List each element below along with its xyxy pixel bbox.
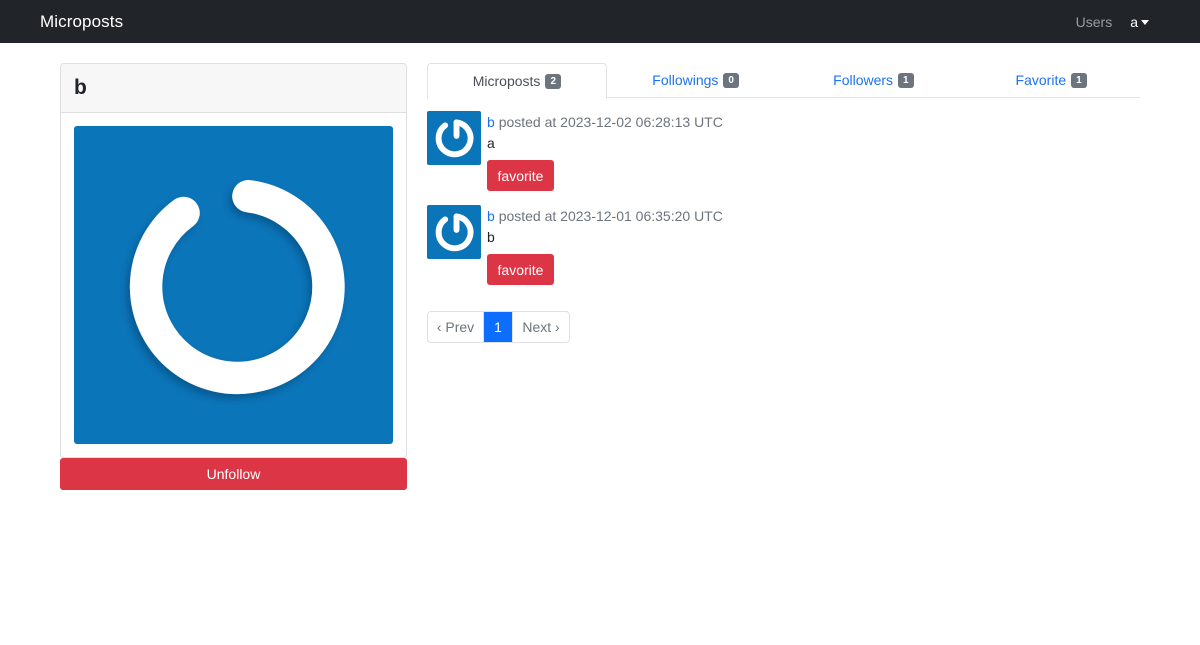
micropost-content: b bbox=[487, 229, 495, 245]
avatar bbox=[427, 111, 481, 165]
tab-label: Favorite bbox=[1015, 72, 1067, 88]
tab-label: Followers bbox=[833, 72, 894, 88]
count-badge: 1 bbox=[898, 72, 914, 88]
pagination: ‹ Prev 1 Next › bbox=[427, 311, 570, 343]
micropost-meta: b posted at 2023-12-01 06:35:20 UTC bbox=[487, 208, 723, 224]
next-page-link[interactable]: Next › bbox=[512, 312, 569, 342]
micropost-list: b posted at 2023-12-02 06:28:13 UTC a fa… bbox=[427, 111, 1140, 299]
micropost-item: b posted at 2023-12-01 06:35:20 UTC b fa… bbox=[427, 205, 1140, 299]
user-dropdown[interactable]: a bbox=[1130, 14, 1149, 30]
favorite-button[interactable]: favorite bbox=[487, 254, 554, 285]
tab-label: Microposts bbox=[472, 73, 541, 89]
user-dropdown-label: a bbox=[1130, 13, 1138, 30]
caret-down-icon bbox=[1141, 19, 1149, 25]
tab-label: Followings bbox=[652, 72, 719, 88]
count-badge: 2 bbox=[545, 73, 561, 89]
power-icon bbox=[435, 119, 474, 158]
tab-followings[interactable]: Followings 0 bbox=[607, 63, 785, 97]
count-badge: 1 bbox=[1071, 72, 1087, 88]
profile-tabs: Microposts 2 Followings 0 Followers 1 Fa… bbox=[427, 63, 1140, 99]
post-timestamp: posted at 2023-12-01 06:35:20 UTC bbox=[498, 208, 723, 224]
micropost-meta: b posted at 2023-12-02 06:28:13 UTC bbox=[487, 114, 723, 130]
users-link[interactable]: Users bbox=[1076, 14, 1113, 30]
micropost-body: b posted at 2023-12-02 06:28:13 UTC a fa… bbox=[487, 111, 723, 205]
navbar: Microposts Users a bbox=[0, 0, 1200, 43]
favorite-button[interactable]: favorite bbox=[487, 160, 554, 191]
micropost-body: b posted at 2023-12-01 06:35:20 UTC b fa… bbox=[487, 205, 723, 299]
brand-link[interactable]: Microposts bbox=[40, 12, 123, 32]
micropost-content: a bbox=[487, 135, 495, 151]
tab-microposts[interactable]: Microposts 2 bbox=[427, 63, 607, 99]
power-icon bbox=[435, 213, 474, 252]
navbar-right: Users a bbox=[1076, 14, 1160, 30]
profile-name: b bbox=[61, 64, 406, 113]
author-link[interactable]: b bbox=[487, 208, 495, 224]
post-timestamp: posted at 2023-12-02 06:28:13 UTC bbox=[498, 114, 723, 130]
count-badge: 0 bbox=[723, 72, 739, 88]
profile-card: b bbox=[60, 63, 407, 458]
author-link[interactable]: b bbox=[487, 114, 495, 130]
prev-page-link[interactable]: ‹ Prev bbox=[428, 312, 484, 342]
tab-followers[interactable]: Followers 1 bbox=[785, 63, 963, 97]
unfollow-button[interactable]: Unfollow bbox=[60, 458, 407, 490]
tab-favorite[interactable]: Favorite 1 bbox=[962, 63, 1140, 97]
page-1-link[interactable]: 1 bbox=[484, 312, 512, 342]
profile-avatar bbox=[74, 126, 393, 444]
power-icon bbox=[129, 180, 345, 395]
profile-card-body bbox=[61, 113, 406, 457]
micropost-item: b posted at 2023-12-02 06:28:13 UTC a fa… bbox=[427, 111, 1140, 205]
avatar bbox=[427, 205, 481, 259]
